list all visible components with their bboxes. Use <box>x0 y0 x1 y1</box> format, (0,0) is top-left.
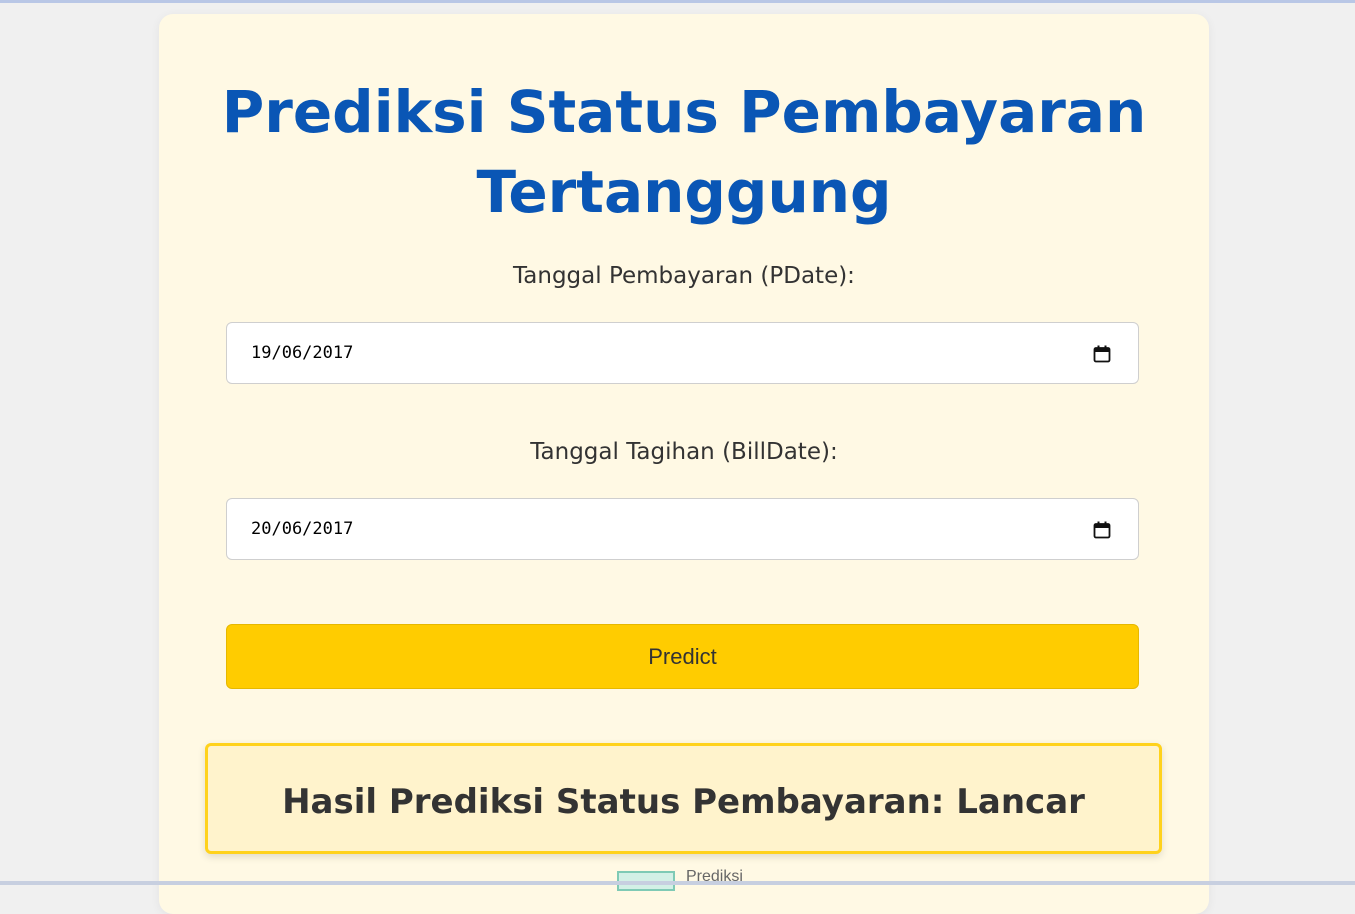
result-text: Hasil Prediksi Status Pembayaran: Lancar <box>282 782 1085 822</box>
predict-button[interactable]: Predict <box>226 624 1139 689</box>
calendar-icon[interactable] <box>1093 521 1111 539</box>
calendar-icon[interactable] <box>1093 345 1111 363</box>
billdate-value: 20/06/2017 <box>251 519 354 539</box>
window-top-border <box>0 0 1355 3</box>
prediction-card: Prediksi Status Pembayaran Tertanggung T… <box>159 14 1209 914</box>
result-box: Hasil Prediksi Status Pembayaran: Lancar <box>205 743 1162 854</box>
pdate-value: 19/06/2017 <box>251 343 354 363</box>
billdate-label: Tanggal Tagihan (BillDate): <box>530 439 838 465</box>
billdate-input[interactable]: 20/06/2017 <box>226 498 1139 560</box>
page-title: Prediksi Status Pembayaran Tertanggung <box>221 78 1147 226</box>
window-bottom-border <box>0 881 1355 885</box>
pdate-label: Tanggal Pembayaran (PDate): <box>513 263 855 289</box>
pdate-input[interactable]: 19/06/2017 <box>226 322 1139 384</box>
